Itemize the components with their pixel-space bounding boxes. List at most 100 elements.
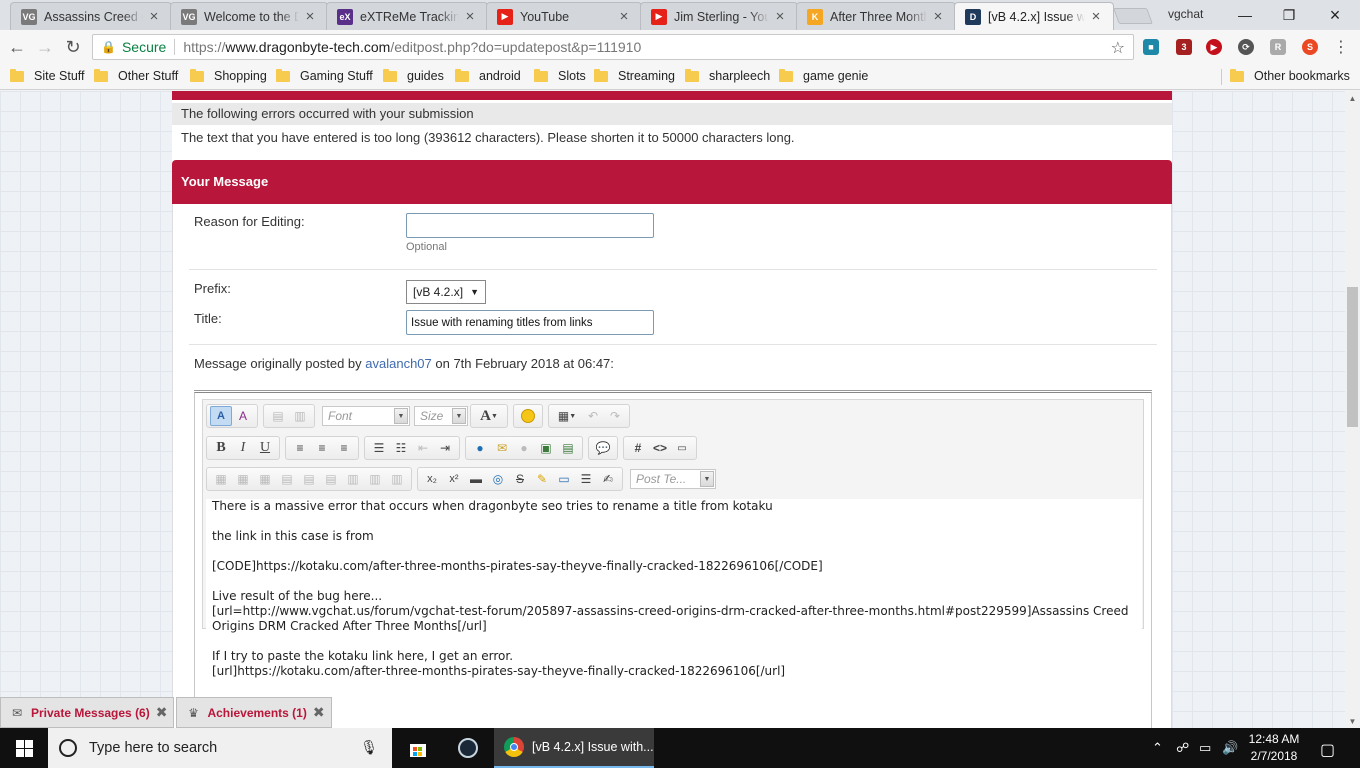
row-delete-icon[interactable]: ▤ <box>320 469 342 489</box>
taskbar-search[interactable]: Type here to search 🎙 <box>48 728 392 768</box>
prefix-select[interactable]: [vB 4.2.x] ▼ <box>406 280 486 304</box>
hash-icon[interactable]: # <box>627 438 649 458</box>
unordered-list-icon[interactable]: ☷ <box>390 438 412 458</box>
profile-name[interactable]: vgchat <box>1168 7 1203 21</box>
close-tab-icon[interactable]: × <box>617 8 631 25</box>
notifications-icon[interactable]: ▢ <box>1320 740 1335 760</box>
ordered-list-icon[interactable]: ☰ <box>368 438 390 458</box>
bookmark-folder[interactable]: Gaming Stuff <box>276 68 373 83</box>
bookmark-folder[interactable]: sharpleech <box>685 68 770 83</box>
browser-tab[interactable]: VG Assassins Creed O × <box>10 2 172 30</box>
link-icon[interactable]: ● <box>469 438 491 458</box>
screen-icon[interactable]: ▭ <box>553 469 575 489</box>
message-textarea[interactable]: There is a massive error that occurs whe… <box>206 499 1142 678</box>
unlink-icon[interactable]: ● <box>513 438 535 458</box>
video-extension-icon[interactable]: ▶ <box>1206 39 1222 55</box>
close-tab-icon[interactable]: × <box>1089 8 1103 25</box>
close-tab-icon[interactable]: × <box>773 8 787 25</box>
clipboard-icon[interactable]: ▦ ▼ <box>552 406 582 426</box>
bookmark-folder[interactable]: android <box>455 68 521 83</box>
sync-extension-icon[interactable]: ⟳ <box>1238 39 1254 55</box>
bookmark-folder[interactable]: guides <box>383 68 444 83</box>
remove-format-icon[interactable]: A <box>232 406 254 426</box>
row-below-icon[interactable]: ▤ <box>298 469 320 489</box>
restore-icon[interactable]: ❐ <box>1266 0 1312 30</box>
php-icon[interactable]: ▭ <box>671 438 693 458</box>
taskbar-clock[interactable]: 12:48 AM 2/7/2018 <box>1244 731 1304 765</box>
subscript-icon[interactable]: x₂ <box>421 469 443 489</box>
text-color-icon[interactable]: A ▼ <box>474 406 504 426</box>
table-delete-icon[interactable]: ▦ <box>254 469 276 489</box>
ublock-extension-icon[interactable]: 3 <box>1176 39 1192 55</box>
reload-icon[interactable]: ↻ <box>62 36 84 58</box>
reason-for-editing-input[interactable] <box>406 213 654 238</box>
col-delete-icon[interactable]: ▥ <box>386 469 408 489</box>
chrome-menu-icon[interactable]: ⋮ <box>1330 36 1352 58</box>
browser-tab[interactable]: ▶ Jim Sterling - You × <box>640 2 798 30</box>
monitor-icon[interactable]: ▭ <box>1199 740 1211 756</box>
code-icon[interactable]: <> <box>649 438 671 458</box>
private-messages-notification[interactable]: ✉ Private Messages (6) ✖ <box>0 697 175 728</box>
italic-icon[interactable]: I <box>232 438 254 458</box>
indent-icon[interactable]: ⇥ <box>434 438 456 458</box>
align-right-icon[interactable]: ≡ <box>333 438 355 458</box>
forward-icon[interactable]: → <box>34 36 56 58</box>
signature-icon[interactable]: ✍ <box>597 469 619 489</box>
table-icon[interactable]: ▦ <box>210 469 232 489</box>
close-tab-icon[interactable]: × <box>147 8 161 25</box>
steam-icon[interactable] <box>444 728 492 768</box>
browser-tab[interactable]: eX eXTReMe Tracking × <box>326 2 488 30</box>
start-button[interactable] <box>0 728 48 768</box>
scroll-up-icon[interactable]: ▲ <box>1345 91 1360 105</box>
chrome-taskbar-button[interactable]: [vB 4.2.x] Issue with... <box>494 728 654 768</box>
browser-tab-active[interactable]: D [vB 4.2.x] Issue wit × <box>954 2 1114 30</box>
wysiwyg-mode-icon[interactable]: A <box>210 406 232 426</box>
redo-icon[interactable]: ↷ <box>604 406 626 426</box>
undo-icon[interactable]: ↶ <box>582 406 604 426</box>
paste-text-icon[interactable]: ▥ <box>289 406 311 426</box>
new-tab-button[interactable] <box>1113 8 1153 24</box>
align-left-icon[interactable]: ≡ <box>289 438 311 458</box>
font-select[interactable]: Font ▼ <box>322 406 410 426</box>
close-icon[interactable]: ✖ <box>313 704 325 721</box>
underline-icon[interactable]: U <box>254 438 276 458</box>
bookmark-folder[interactable]: Other Stuff <box>94 68 178 83</box>
bold-icon[interactable]: B <box>210 438 232 458</box>
browser-tab[interactable]: VG Welcome to the D × <box>170 2 328 30</box>
network-icon[interactable]: ☍ <box>1176 740 1189 756</box>
scrollbar-thumb[interactable] <box>1347 287 1358 427</box>
original-author-link[interactable]: avalanch07 <box>365 356 432 371</box>
close-icon[interactable]: ✖ <box>156 704 168 721</box>
close-tab-icon[interactable]: × <box>303 8 317 25</box>
col-left-icon[interactable]: ▥ <box>342 469 364 489</box>
bookmark-folder[interactable]: Site Stuff <box>10 68 85 83</box>
show-hidden-icons-icon[interactable]: ⌃ <box>1152 740 1163 756</box>
minimize-icon[interactable]: — <box>1222 0 1268 30</box>
strikethrough-icon[interactable]: S <box>509 469 531 489</box>
quote-icon[interactable]: 💬 <box>592 438 614 458</box>
video-icon[interactable]: ▤ <box>557 438 579 458</box>
bookmark-folder[interactable]: Slots <box>534 68 586 83</box>
bookmark-folder[interactable]: Shopping <box>190 68 267 83</box>
address-bar[interactable]: 🔒 Secure https://www.dragonbyte-tech.com… <box>92 34 1134 60</box>
align-center-icon[interactable]: ≡ <box>311 438 333 458</box>
col-right-icon[interactable]: ▥ <box>364 469 386 489</box>
superscript-icon[interactable]: x² <box>443 469 465 489</box>
highlight-icon[interactable]: ✎ <box>531 469 553 489</box>
browser-tab[interactable]: K After Three Month × <box>796 2 956 30</box>
microphone-icon[interactable]: 🎙 <box>360 739 378 756</box>
extension-icon[interactable]: R <box>1270 39 1286 55</box>
table-insert-icon[interactable]: ▦ <box>232 469 254 489</box>
image-icon[interactable]: ▣ <box>535 438 557 458</box>
smiley-icon[interactable] <box>517 406 539 426</box>
email-icon[interactable]: ✉ <box>491 438 513 458</box>
close-window-icon[interactable]: × <box>1312 0 1358 30</box>
other-bookmarks-folder[interactable]: Other bookmarks <box>1230 68 1350 83</box>
close-tab-icon[interactable]: × <box>463 8 477 25</box>
store-icon[interactable] <box>394 728 442 768</box>
bookmark-star-icon[interactable]: ☆ <box>1111 38 1125 58</box>
stumbleupon-extension-icon[interactable]: S <box>1302 39 1318 55</box>
volume-icon[interactable]: 🔊 <box>1222 740 1238 756</box>
title-input[interactable] <box>406 310 654 335</box>
extension-icon[interactable]: ■ <box>1143 39 1159 55</box>
